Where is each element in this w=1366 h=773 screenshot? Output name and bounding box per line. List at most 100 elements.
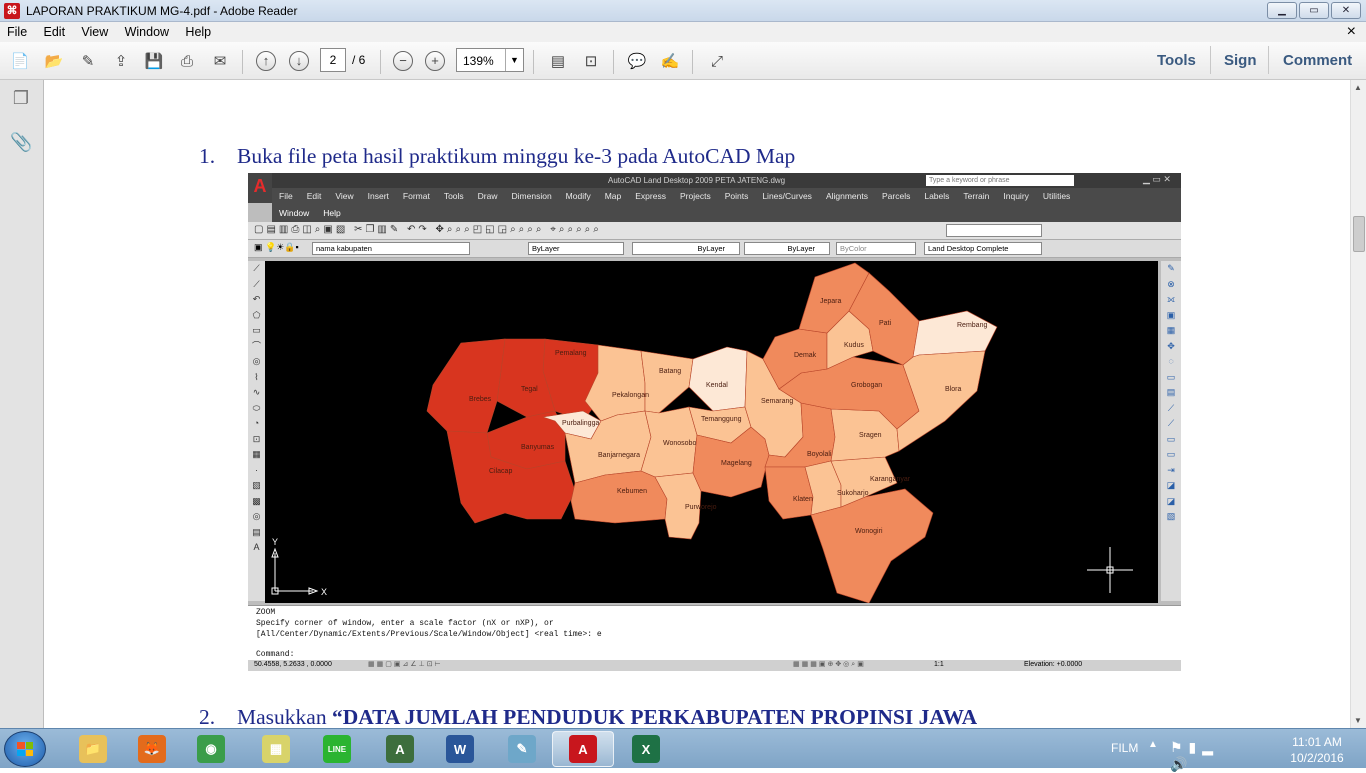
region-brebes[interactable] <box>426 338 506 434</box>
menu-view[interactable]: View <box>74 22 114 39</box>
upload-icon[interactable]: ⇪ <box>109 50 133 72</box>
clock[interactable]: 11:01 AM 10/2/2016 <box>1282 734 1352 766</box>
autocad-search-input[interactable]: Type a keyword or phrase <box>926 175 1074 186</box>
scrollbar-thumb[interactable] <box>1353 216 1365 252</box>
acad-menu-modify[interactable]: Modify <box>559 188 598 201</box>
autocad-drawing-canvas[interactable]: Pemalang Tegal Brebes Banyumas Cilacap Purbal… <box>265 261 1158 603</box>
chrome-icon: ◉ <box>197 735 225 763</box>
taskbar-button-autocad[interactable]: A <box>369 731 431 767</box>
acad-menu-terrain[interactable]: Terrain <box>956 188 996 201</box>
acad-menu-parcels[interactable]: Parcels <box>875 188 917 201</box>
drafting-toggle-icons[interactable]: ▦▦▢▣⊿∠⊥⊡⊢ <box>368 660 443 668</box>
show-hidden-icons-icon[interactable]: ▲ <box>1148 739 1158 750</box>
acad-menu-insert[interactable]: Insert <box>361 188 396 201</box>
autocad-window-controls[interactable]: ▁ ▭ ✕ <box>1143 174 1171 185</box>
chevron-down-icon[interactable]: ▼ <box>505 49 523 71</box>
layer-state-icons[interactable]: ▣ 💡☀🔒▪ <box>254 242 299 253</box>
minimize-button[interactable]: ▁ <box>1267 2 1297 19</box>
acad-menu-alignments[interactable]: Alignments <box>819 188 875 201</box>
acad-menu-points[interactable]: Points <box>718 188 756 201</box>
taskbar-button-chrome[interactable]: ◉ <box>180 731 242 767</box>
autocad-command-window[interactable]: ZOOM Specify corner of window, enter a s… <box>248 605 1181 660</box>
acad-menu-help[interactable]: Help <box>316 205 347 218</box>
acad-menu-format[interactable]: Format <box>396 188 437 201</box>
acad-menu-labels[interactable]: Labels <box>917 188 956 201</box>
zoom-select[interactable]: 139% ▼ <box>456 48 524 72</box>
maximize-button[interactable]: ▭ <box>1299 2 1329 19</box>
page-number-input[interactable]: 2 <box>320 48 346 72</box>
modify-tool-icons[interactable]: ✎ ⊗ ⟗ ▣ ▦ ✥ ◌ ▭ ▤ ⟋ ⟋ ▭ ▭ ⇥ ◪ ◪ ▧ <box>1161 261 1181 525</box>
region-klaten[interactable] <box>764 466 814 520</box>
region-kendal[interactable] <box>688 346 748 412</box>
taskbar-button-line[interactable]: LINE <box>306 731 368 767</box>
plotstyle-combo[interactable]: ByColor <box>836 242 916 255</box>
taskbar-button-explorer[interactable]: 📁 <box>62 731 124 767</box>
acad-menu-inquiry[interactable]: Inquiry <box>996 188 1036 201</box>
pages-icon[interactable]: ❐ <box>10 88 32 112</box>
linetype-combo[interactable]: ByLayer <box>632 242 740 255</box>
fit-width-icon[interactable]: ⊡ <box>579 50 603 72</box>
start-button[interactable] <box>4 731 46 767</box>
menu-window[interactable]: Window <box>118 22 175 39</box>
acad-menu-express[interactable]: Express <box>628 188 673 201</box>
region-batang[interactable] <box>640 350 694 414</box>
region-rembang[interactable] <box>912 310 998 358</box>
scroll-up-icon[interactable]: ▲ <box>1354 83 1362 92</box>
edit-icon[interactable]: ✎ <box>76 50 100 72</box>
acad-menu-map[interactable]: Map <box>598 188 629 201</box>
create-pdf-icon[interactable]: 📄 <box>8 50 32 72</box>
acad-menu-projects[interactable]: Projects <box>673 188 718 201</box>
acad-menu-view[interactable]: View <box>328 188 360 201</box>
autocad-logo-icon[interactable]: A <box>248 173 272 203</box>
menu-help[interactable]: Help <box>178 22 217 39</box>
menu-file[interactable]: File <box>0 22 33 39</box>
taskbar-button-notepad[interactable]: ✎ <box>491 731 553 767</box>
save-icon[interactable]: 💾 <box>142 50 166 72</box>
taskbar-button-sticky-notes[interactable]: ▦ <box>245 731 307 767</box>
acad-menu-utilities[interactable]: Utilities <box>1036 188 1077 201</box>
acad-menu-edit[interactable]: Edit <box>300 188 329 201</box>
acad-menu-tools[interactable]: Tools <box>437 188 471 201</box>
step-1-text: Buka file peta hasil praktikum minggu ke… <box>237 144 796 168</box>
acad-menu-file[interactable]: File <box>272 188 300 201</box>
view-tool-icons[interactable]: ▦▦▦▣⊕✥◎⌕▣ <box>793 660 866 669</box>
taskbar-button-firefox[interactable]: 🦊 <box>121 731 183 767</box>
comment-icon[interactable]: 💬 <box>625 50 649 72</box>
color-combo[interactable]: ByLayer <box>528 242 624 255</box>
highlight-icon[interactable]: ✍ <box>658 50 682 72</box>
next-page-icon[interactable]: ↓ <box>287 50 311 72</box>
fit-page-icon[interactable]: ▤ <box>546 50 570 72</box>
sign-link[interactable]: Sign <box>1224 52 1257 69</box>
acad-menu-lines-curves[interactable]: Lines/Curves <box>755 188 819 201</box>
workspace-combo[interactable]: Land Desktop Complete <box>924 242 1042 255</box>
open-icon[interactable]: 📂 <box>42 50 66 72</box>
scroll-down-icon[interactable]: ▼ <box>1354 716 1362 725</box>
lineweight-combo[interactable]: ByLayer <box>744 242 830 255</box>
draw-tool-icons[interactable]: ⟋ ⟋ ↶ ⬠ ▭ ⌒ ◎ ⌇ ∿ ⬭ ◔ ⊡ ▦ · ▧ ▩ ◎ ▤ A <box>248 261 265 556</box>
previous-page-icon[interactable]: ↑ <box>254 50 278 72</box>
close-button[interactable]: ✕ <box>1331 2 1361 19</box>
attachment-icon[interactable]: 📎 <box>10 132 32 156</box>
fullscreen-icon[interactable]: ⤢ <box>705 50 729 72</box>
acad-menu-window[interactable]: Window <box>272 205 316 218</box>
comment-link[interactable]: Comment <box>1283 52 1352 69</box>
layer-combo[interactable]: nama kabupaten <box>312 242 470 255</box>
autocad-tool-icons[interactable]: ▢▤▥⎙◫⌕▣▧ ✂❐▥✎ ↶↷ ✥⌕⌕⌕◰◱◲⌕⌕⌕⌕ ⌖⌕⌕⌕⌕⌕ <box>254 224 602 235</box>
email-icon[interactable]: ✉ <box>208 50 232 72</box>
acad-menu-dimension[interactable]: Dimension <box>505 188 559 201</box>
menu-edit[interactable]: Edit <box>37 22 72 39</box>
tools-link[interactable]: Tools <box>1157 52 1196 69</box>
annotation-scale[interactable]: 1:1 <box>934 661 944 668</box>
tray-label[interactable]: FILM <box>1111 741 1138 755</box>
zoom-out-icon[interactable]: − <box>391 50 415 72</box>
close-document-icon[interactable]: × <box>1340 20 1362 41</box>
autocad-blank-combo[interactable] <box>946 224 1042 237</box>
taskbar-button-acrobat[interactable]: A <box>552 731 614 767</box>
taskbar-button-excel[interactable]: X <box>615 731 677 767</box>
sticky-notes-icon: ▦ <box>262 735 290 763</box>
acad-menu-draw[interactable]: Draw <box>471 188 505 201</box>
zoom-in-icon[interactable]: + <box>423 50 447 72</box>
print-icon[interactable]: ⎙ <box>175 50 199 72</box>
vertical-scrollbar[interactable]: ▲ ▼ <box>1350 80 1366 728</box>
taskbar-button-word[interactable]: W <box>429 731 491 767</box>
